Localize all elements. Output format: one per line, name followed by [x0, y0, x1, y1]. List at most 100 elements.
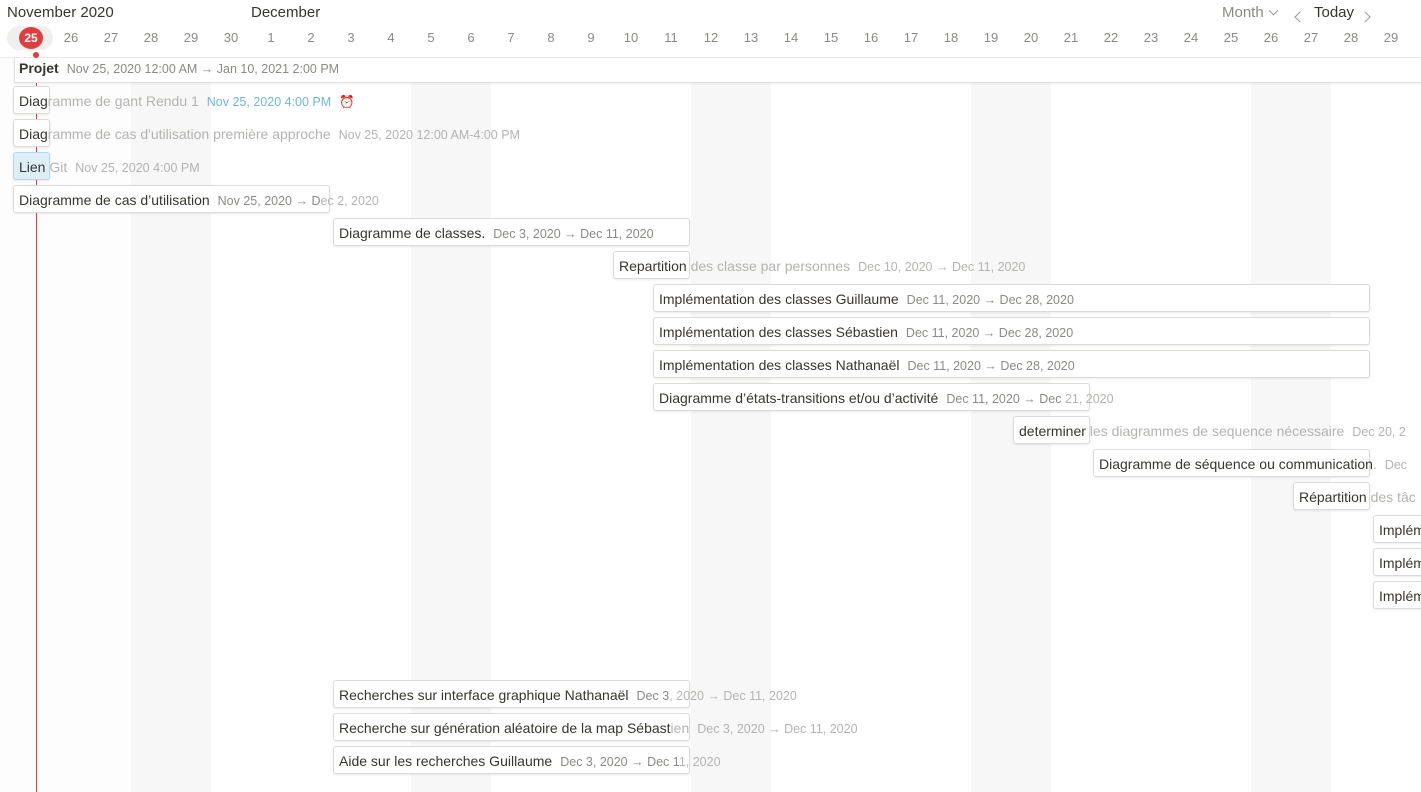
task-title: Recherches sur interface graphique Natha…	[339, 687, 629, 703]
day-label: 19	[983, 30, 999, 45]
day-label: 23	[1143, 30, 1159, 45]
task-title: Implémentation des classes Nathanaël	[659, 357, 900, 373]
task-label[interactable]: Repartition des classe par personnes Dec …	[619, 258, 1025, 274]
task-label[interactable]: Recherche sur génération aléatoire de la…	[339, 720, 858, 736]
task-dates-overflow: , 2020 → Dec 11, 2020	[669, 689, 797, 703]
view-mode-label: Month	[1222, 4, 1264, 21]
day-label: 3	[347, 30, 355, 45]
task-title: Diagramme de séquence ou communication	[1099, 456, 1373, 472]
task-label[interactable]: Lien Git Nov 25, 2020 4:00 PM	[19, 159, 200, 175]
task-dates: Dec 11, 2020 → Dec 28, 2020	[906, 293, 1074, 307]
task-dates: Dec 20, 2	[1352, 425, 1406, 439]
task-title: Repartition	[619, 258, 687, 274]
task-label[interactable]: Diagramme de cas d’utilisation Nov 25, 20…	[19, 192, 379, 208]
task-label[interactable]: Diagramme de classes. Dec 3, 2020 → Dec 1…	[339, 225, 654, 241]
task-dates: Dec 10, 2020 → Dec 11, 2020	[858, 260, 1026, 274]
chevron-left-icon	[1294, 11, 1306, 23]
next-button[interactable]	[1359, 8, 1371, 25]
view-mode-dropdown[interactable]: Month	[1222, 4, 1279, 21]
task-title: Implém	[1379, 555, 1421, 571]
task-title: Aide sur les recherches Guillaume	[339, 753, 553, 769]
task-dates-overflow: 21, 2020	[1061, 392, 1114, 406]
task-dates: Nov 25, 2020 → D	[217, 194, 321, 208]
day-label: 18	[943, 30, 959, 45]
day-label: 10	[623, 30, 639, 45]
task-title-overflow: .	[1372, 456, 1377, 472]
project-label[interactable]: Projet Nov 25, 2020 12:00 AM → Jan 10, 20…	[19, 60, 339, 76]
project-title: Projet	[19, 60, 59, 76]
chevron-down-icon	[1268, 5, 1279, 16]
day-label: 27	[103, 30, 119, 45]
day-label: 29	[1383, 30, 1399, 45]
task-dates: Dec 3	[636, 689, 670, 703]
task-label[interactable]: determiner les diagrammes de sequence né…	[1019, 423, 1406, 439]
day-label: 29	[183, 30, 199, 45]
task-title-overflow: Git	[45, 159, 68, 175]
day-label: 13	[743, 30, 759, 45]
month-label-december: December	[251, 4, 321, 21]
task-label[interactable]: Diagramme de gant Rendu 1 Nov 25, 2020 4:…	[19, 93, 355, 110]
task-title-overflow: des classe par personnes	[686, 258, 851, 274]
task-dates-overflow: ec 2, 2020	[320, 194, 379, 208]
timeline-view: November 2020 December 25 26 27 28 29 30 1 2 3 4…	[0, 0, 1421, 792]
previous-button[interactable]	[1294, 8, 1306, 25]
day-label: 6	[467, 30, 475, 45]
day-label: 16	[863, 30, 879, 45]
day-label: 22	[1103, 30, 1119, 45]
day-label: 9	[587, 30, 595, 45]
day-label: 12	[703, 30, 719, 45]
timeline-header: November 2020 December 25 26 27 28 29 30 1 2 3 4…	[0, 0, 1421, 58]
task-label[interactable]: Implémentation des classes Nathanaël Dec …	[659, 357, 1075, 373]
today-button[interactable]: Today	[1314, 4, 1354, 21]
task-dates: Dec 11, 2020 → Dec	[946, 392, 1062, 406]
day-label: 11	[664, 30, 678, 45]
task-label[interactable]: Implém	[1379, 555, 1421, 571]
task-label[interactable]: Aide sur les recherches Guillaume Dec 3, …	[339, 753, 721, 769]
task-title: Diag	[19, 126, 48, 142]
task-label[interactable]: Implém	[1379, 522, 1421, 538]
day-label: 27	[1303, 30, 1319, 45]
task-title: Diagramme de classes.	[339, 225, 486, 241]
task-dates: Nov 25, 2020 4:00 PM	[206, 95, 332, 109]
task-title-overflow: ien	[670, 720, 690, 736]
day-label: 26	[1263, 30, 1279, 45]
day-label: 7	[507, 30, 515, 45]
task-label[interactable]: Diagramme de cas d'utilisation première …	[19, 126, 520, 142]
day-label: 25	[1223, 30, 1239, 45]
task-title: Diagramme d’états-transitions et/ou d’ac…	[659, 390, 939, 406]
day-label: 30	[223, 30, 239, 45]
task-title: determiner	[1019, 423, 1086, 439]
month-label-november: November 2020	[7, 4, 114, 21]
task-title-overflow: ramme de cas d'utilisation première appr…	[47, 126, 331, 142]
chevron-right-icon	[1359, 11, 1371, 23]
day-label: 24	[1183, 30, 1199, 45]
day-label: 28	[1343, 30, 1359, 45]
task-dates: Dec	[1384, 458, 1408, 472]
task-title-overflow: les diagrammes de sequence nécessaire	[1085, 423, 1345, 439]
task-dates: Nov 25, 2020 12:00 AM-4:00 PM	[338, 128, 520, 142]
weekend-column	[691, 57, 771, 792]
task-dates: Dec 11, 2020 → Dec 28, 2020	[905, 326, 1074, 340]
weekday-column	[771, 57, 971, 792]
day-label: 15	[823, 30, 839, 45]
project-dates: Nov 25, 2020 12:00 AM → Jan 10, 2021 2:0…	[66, 62, 340, 76]
task-dates: Nov 25, 2020 4:00 PM	[75, 161, 200, 175]
day-label: 28	[143, 30, 159, 45]
day-label: 20	[1023, 30, 1039, 45]
task-label[interactable]: Diagramme de séquence ou communication. D…	[1099, 456, 1407, 472]
task-label[interactable]: Répartition des tâc	[1299, 489, 1416, 505]
task-title: Lien	[19, 159, 46, 175]
task-title: Implém	[1379, 522, 1421, 538]
day-label: 8	[547, 30, 555, 45]
task-label[interactable]: Implém	[1379, 588, 1421, 604]
task-label[interactable]: Implémentation des classes Sébastien Dec …	[659, 324, 1073, 340]
task-dates-overflow: 1, 2020	[678, 755, 721, 769]
task-title: Implémentation des classes Guillaume	[659, 291, 899, 307]
day-label: 17	[903, 30, 919, 45]
task-label[interactable]: Recherches sur interface graphique Natha…	[339, 687, 797, 703]
task-dates: Dec 3, 2020 → Dec 1	[560, 755, 679, 769]
day-label: 1	[267, 30, 275, 45]
task-label[interactable]: Diagramme d’états-transitions et/ou d’ac…	[659, 390, 1114, 406]
task-title-overflow: ramme de gant Rendu 1	[47, 93, 199, 109]
task-label[interactable]: Implémentation des classes Guillaume Dec …	[659, 291, 1074, 307]
